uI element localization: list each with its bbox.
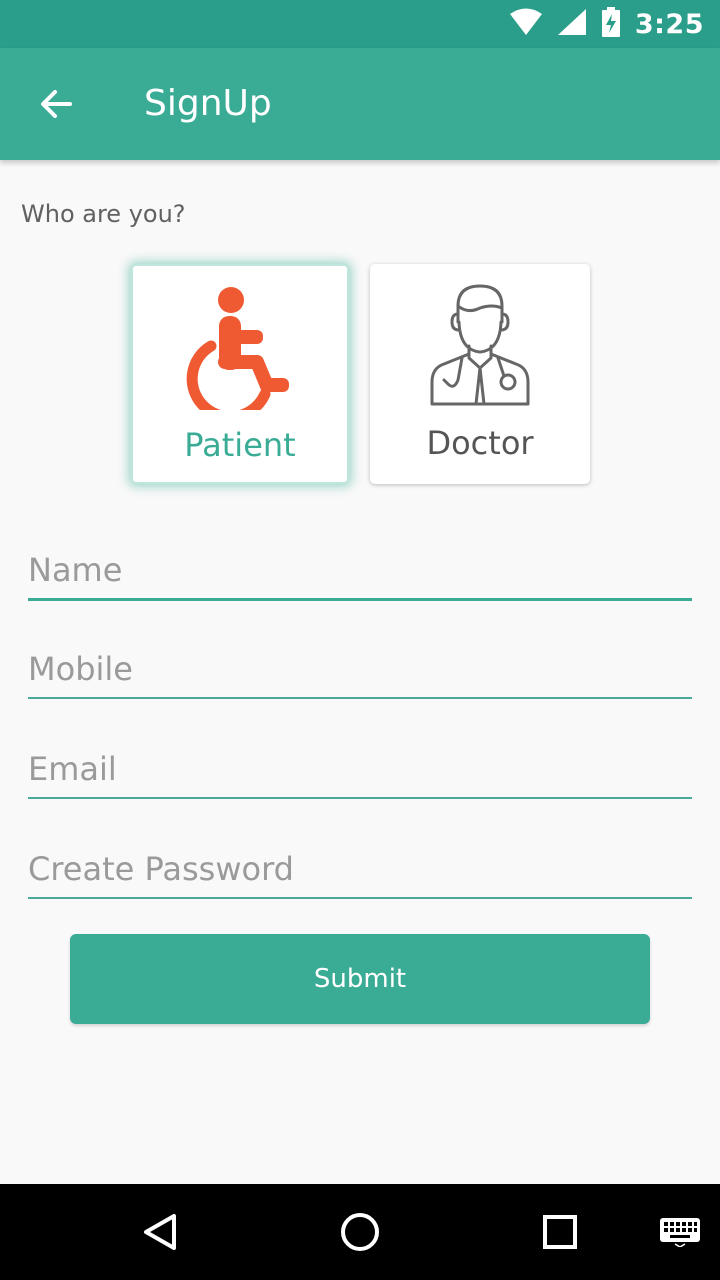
name-input[interactable] [28,542,692,598]
nav-home-button[interactable] [336,1208,384,1256]
app-bar: SignUp [0,48,720,160]
status-time: 3:25 [634,8,704,40]
password-field [28,841,692,899]
battery-charging-icon [601,7,621,41]
name-field [28,542,692,601]
role-option-patient[interactable]: Patient [131,264,349,484]
role-label-doctor: Doctor [426,424,534,462]
role-label-patient: Patient [184,426,296,464]
role-option-doctor[interactable]: Doctor [370,264,590,484]
nav-keyboard-button[interactable] [656,1208,704,1256]
wheelchair-icon [186,287,289,410]
page-title: SignUp [144,83,272,124]
mobile-field [28,641,692,699]
status-bar: 3:25 [0,0,720,48]
nav-recents-button[interactable] [536,1208,584,1256]
recents-square-icon [543,1215,577,1249]
password-input[interactable] [28,841,692,897]
mobile-input[interactable] [28,641,692,697]
doctor-icon [430,284,530,406]
back-button[interactable] [28,76,84,132]
arrow-left-icon [41,90,72,118]
nav-back-button[interactable] [136,1208,184,1256]
back-triangle-icon [144,1214,176,1250]
wifi-icon [509,8,543,40]
email-field [28,741,692,799]
submit-button[interactable]: Submit [70,934,650,1024]
role-question-label: Who are you? [21,200,186,228]
keyboard-icon [660,1218,700,1247]
signal-icon [557,8,587,40]
email-input[interactable] [28,741,692,797]
home-circle-icon [341,1213,379,1251]
system-nav-bar [0,1184,720,1280]
